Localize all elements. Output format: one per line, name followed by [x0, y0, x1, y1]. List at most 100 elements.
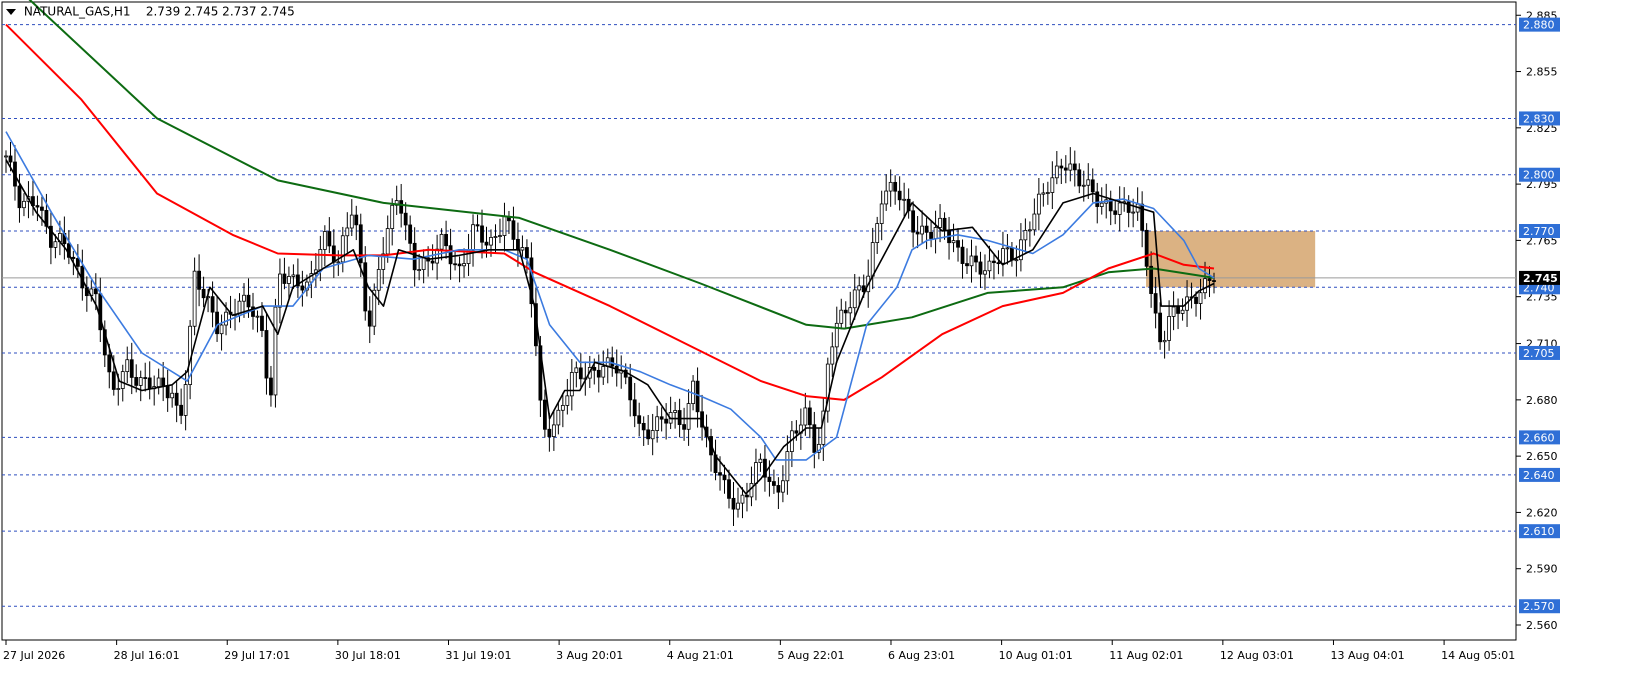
candle-body — [300, 285, 305, 291]
candle-body — [502, 216, 507, 236]
candle-body — [951, 240, 956, 244]
x-tick-label: 6 Aug 23:01 — [888, 649, 955, 662]
candle-body — [8, 155, 13, 163]
candle-body — [444, 233, 448, 247]
candle-body — [632, 399, 637, 417]
candle-body — [776, 485, 781, 493]
candle-body — [331, 245, 336, 263]
x-tick-label: 13 Aug 04:01 — [1330, 649, 1404, 662]
candle-body — [686, 403, 691, 430]
candle-body — [560, 405, 565, 411]
candle-body — [363, 262, 368, 312]
candle-body — [439, 233, 444, 250]
y-tick-label: 2.620 — [1526, 506, 1558, 519]
chart-header: NATURAL_GAS,H1 2.739 2.745 2.737 2.745 — [6, 4, 295, 19]
candle-body — [893, 181, 898, 192]
candle-body — [785, 451, 790, 482]
candle-body — [1176, 306, 1180, 314]
candle-body — [1005, 247, 1010, 250]
candle-body — [484, 241, 489, 246]
candle-body — [547, 428, 552, 437]
x-tick-label: 11 Aug 02:01 — [1109, 649, 1183, 662]
candle-body — [1131, 211, 1136, 214]
level-label: 2.610 — [1523, 525, 1555, 538]
candle-body — [282, 273, 287, 284]
candle-body — [830, 346, 835, 365]
candle-body — [147, 377, 152, 390]
candle-body — [677, 410, 682, 425]
candle-body — [718, 472, 722, 476]
candle-body — [569, 372, 574, 397]
candle-body — [1171, 306, 1176, 317]
candle-body — [969, 255, 974, 267]
candle-body — [641, 422, 646, 431]
candle-body — [933, 227, 938, 239]
candle-body — [1149, 265, 1154, 294]
candle-body — [318, 249, 323, 271]
candle-body — [322, 231, 327, 250]
candle-body — [170, 392, 175, 399]
symbol-label: NATURAL_GAS,H1 — [23, 4, 131, 19]
candle-body — [673, 410, 678, 413]
candle-body — [1194, 296, 1198, 304]
candle-body — [695, 380, 700, 413]
candle-body — [165, 385, 170, 399]
x-tick-label: 3 Aug 20:01 — [556, 649, 623, 662]
level-label: 2.880 — [1523, 19, 1555, 32]
y-tick-label: 2.855 — [1526, 66, 1558, 79]
candle-body — [489, 237, 493, 246]
candle-body — [1027, 229, 1032, 232]
candle-body — [1054, 165, 1059, 179]
level-label: 2.770 — [1523, 225, 1555, 238]
candle-body — [269, 377, 273, 396]
candle-body — [1162, 339, 1167, 343]
candle-body — [574, 367, 579, 373]
candle-body — [1198, 292, 1203, 304]
candle-body — [655, 416, 660, 431]
chart-root: 2.885 2.855 2.825 2.795 2.765 2.735 2.710 2.680… — [0, 0, 1626, 686]
candle-body — [179, 404, 184, 416]
candle-body — [125, 359, 130, 373]
x-tick-label: 5 Aug 22:01 — [777, 649, 844, 662]
candle-body — [1090, 179, 1095, 193]
candle-body — [511, 220, 516, 240]
candle-body — [1032, 213, 1037, 231]
candle-body — [111, 371, 116, 390]
candle-body — [902, 198, 907, 201]
candle-body — [1144, 229, 1149, 267]
candle-body — [1063, 167, 1068, 171]
candle-body — [143, 377, 148, 379]
level-label: 2.705 — [1523, 347, 1555, 360]
candle-body — [1001, 248, 1005, 264]
candle-body — [1045, 192, 1050, 194]
candle-body — [857, 285, 862, 291]
chart-menu-icon[interactable] — [6, 8, 16, 15]
candle-body — [1167, 316, 1171, 341]
candle-body — [965, 263, 969, 267]
candle-body — [772, 481, 776, 486]
candle-body — [956, 240, 960, 248]
y-tick-label: 2.590 — [1526, 563, 1558, 576]
candle-body — [650, 430, 655, 440]
candle-body — [911, 210, 916, 233]
candle-body — [462, 263, 466, 267]
candle-body — [870, 242, 875, 277]
x-tick-label: 12 Aug 03:01 — [1220, 649, 1294, 662]
x-tick-label: 29 Jul 17:01 — [224, 649, 290, 662]
candle-body — [1077, 169, 1082, 187]
candle-body — [682, 424, 686, 430]
candle-body — [264, 330, 269, 379]
candle-body — [215, 311, 219, 335]
candle-body — [556, 409, 561, 426]
candle-body — [852, 289, 857, 309]
level-label: 2.570 — [1523, 600, 1555, 613]
candle-body — [812, 424, 817, 453]
candle-body — [327, 231, 332, 247]
candle-body — [417, 269, 422, 271]
candle-body — [807, 407, 812, 426]
candle-body — [1014, 259, 1019, 262]
candle-body — [897, 190, 902, 201]
candle-body — [542, 399, 547, 430]
candle-body — [915, 231, 920, 235]
candle-body — [354, 214, 359, 226]
